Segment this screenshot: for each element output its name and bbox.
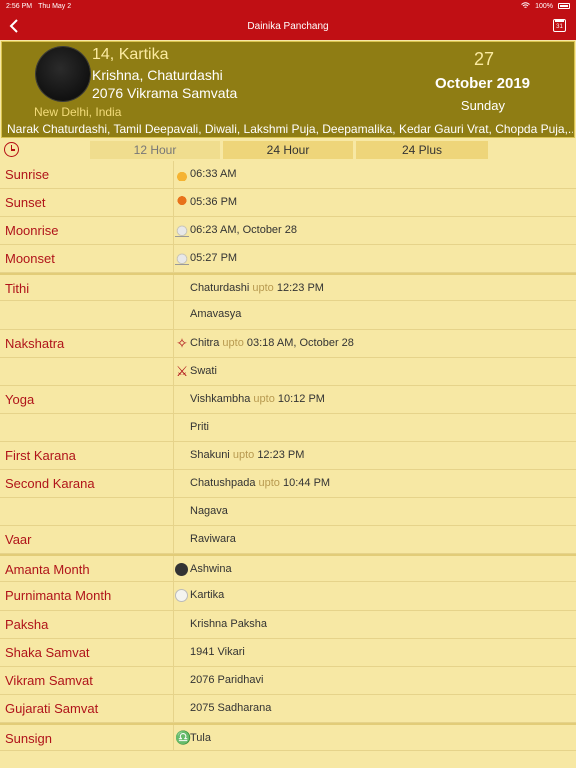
table-row-vaar: Vaar Raviwara xyxy=(0,526,576,555)
day-number: 27 xyxy=(473,49,494,69)
location[interactable]: New Delhi, India xyxy=(34,105,121,119)
table-row-yoga: Yoga Vishkambha upto 10:12 PM xyxy=(0,385,576,414)
status-time: 2:56 PM xyxy=(6,2,33,10)
paksha-tithi: Krishna, Chaturdashi xyxy=(92,67,223,83)
battery-icon xyxy=(558,3,570,9)
libra-icon: ♎ xyxy=(175,729,192,745)
row-value: Shakuni upto 12:23 PM xyxy=(190,448,305,461)
table-row-second-karana-next: Nagava xyxy=(0,498,576,527)
table-row-first-karana: First Karana Shakuni upto 12:23 PM xyxy=(0,441,576,471)
table-row-shaka-samvat: Shaka Samvat 1941 Vikari xyxy=(0,638,576,667)
row-label: First Karana xyxy=(5,447,76,463)
clock-icon[interactable] xyxy=(4,142,19,157)
full-moon-icon xyxy=(175,589,188,603)
row-label: Sunset xyxy=(5,195,46,211)
status-date: Thu May 2 xyxy=(38,2,72,10)
panchang-table: Sunrise 06:33 AM Sunset 05:36 PM Moonris… xyxy=(0,161,576,751)
table-row-sunrise: Sunrise 06:33 AM xyxy=(0,161,576,190)
row-label: Moonset xyxy=(5,251,55,267)
row-value: Tula xyxy=(190,731,211,744)
status-bar: 2:56 PM Thu May 2 100% xyxy=(0,0,576,12)
time-format-tabs: 12 Hour 24 Hour 24 Plus xyxy=(0,139,576,161)
date-header-card: 14, Kartika Krishna, Chaturdashi 2076 Vi… xyxy=(1,41,575,138)
table-row-tithi-next: Amavasya xyxy=(0,301,576,330)
table-row-paksha: Paksha Krishna Paksha xyxy=(0,610,576,639)
row-value: 2075 Sadharana xyxy=(190,701,272,714)
swati-icon: ⚔ xyxy=(175,362,189,379)
table-row-purnimanta-month: Purnimanta Month Kartika xyxy=(0,582,576,611)
row-label: Tithi xyxy=(5,281,30,297)
row-value: Swati xyxy=(190,364,217,377)
row-value: 06:23 AM, October 28 xyxy=(190,224,298,237)
moonrise-icon xyxy=(175,223,189,238)
table-row-second-karana: Second Karana Chatushpada upto 10:44 PM xyxy=(0,470,576,499)
sunset-icon xyxy=(175,195,189,210)
nakshatra-star-icon: ✧ xyxy=(176,334,188,351)
row-label: Sunrise xyxy=(5,167,50,182)
row-value: 2076 Paridhavi xyxy=(190,673,264,686)
tab-24-plus[interactable]: 24 Plus xyxy=(356,141,488,159)
row-value: 06:33 AM xyxy=(190,168,237,180)
row-value: Priti xyxy=(190,420,209,433)
calendar-icon: 31 xyxy=(556,23,563,30)
table-row-yoga-next: Priti xyxy=(0,413,576,442)
nav-bar: Dainika Panchang 31 xyxy=(0,12,576,40)
table-row-tithi: Tithi Chaturdashi upto 12:23 PM xyxy=(0,273,576,302)
row-value: Amavasya xyxy=(190,308,242,321)
table-row-moonset: Moonset 05:27 PM xyxy=(0,245,576,274)
back-button[interactable] xyxy=(6,16,22,36)
sunrise-icon xyxy=(175,167,189,181)
row-label: Sunsign xyxy=(5,730,52,746)
lunar-date: 14, Kartika xyxy=(92,46,169,63)
row-label: Yoga xyxy=(5,391,35,407)
samvata: 2076 Vikrama Samvata xyxy=(92,85,238,101)
moon-phase-image xyxy=(36,47,90,101)
row-label: Amanta Month xyxy=(5,562,90,578)
moonset-icon xyxy=(175,251,189,266)
dark-moon-icon xyxy=(175,563,188,577)
month-year: October 2019 xyxy=(434,75,530,92)
row-value: 05:36 PM xyxy=(190,196,238,209)
tab-24-hour[interactable]: 24 Hour xyxy=(223,141,353,159)
row-value: Raviwara xyxy=(190,533,236,546)
battery-percent: 100% xyxy=(535,2,553,10)
tab-12-hour[interactable]: 12 Hour xyxy=(90,141,220,159)
back-chevron-icon xyxy=(9,19,18,33)
row-value: 05:27 PM xyxy=(190,252,238,265)
row-label: Vaar xyxy=(5,532,32,548)
weekday: Sunday xyxy=(460,98,505,113)
table-row-sunsign: Sunsign ♎ Tula xyxy=(0,722,576,751)
row-label: Moonrise xyxy=(5,223,59,239)
row-value: Vishkambha upto 10:12 PM xyxy=(190,392,325,405)
table-row-moonrise: Moonrise 06:23 AM, October 28 xyxy=(0,217,576,246)
row-label: Paksha xyxy=(5,616,49,632)
row-value: Chatushpada upto 10:44 PM xyxy=(190,477,331,490)
row-value: Nagava xyxy=(190,505,228,518)
row-label: Purnimanta Month xyxy=(5,588,112,604)
row-label: Second Karana xyxy=(5,476,95,492)
wifi-icon xyxy=(521,1,530,11)
table-row-vikram-samvat: Vikram Samvat 2076 Paridhavi xyxy=(0,666,576,695)
row-value: Krishna Paksha xyxy=(190,617,268,630)
row-value: Chaturdashi upto 12:23 PM xyxy=(190,282,324,295)
calendar-button[interactable]: 31 xyxy=(553,19,566,32)
row-value: Chitra upto 03:18 AM, October 28 xyxy=(190,336,354,349)
table-row-nakshatra-next: ⚔ Swati xyxy=(0,357,576,386)
row-label: Shaka Samvat xyxy=(5,644,90,660)
table-row-nakshatra: Nakshatra ✧ Chitra upto 03:18 AM, Octobe… xyxy=(0,329,576,358)
nav-title: Dainika Panchang xyxy=(247,20,329,32)
table-row-amanta-month: Amanta Month Ashwina xyxy=(0,554,576,583)
row-value: Kartika xyxy=(190,589,225,602)
row-label: Vikram Samvat xyxy=(5,672,93,688)
row-value: 1941 Vikari xyxy=(190,645,245,658)
table-row-gujarati-samvat: Gujarati Samvat 2075 Sadharana xyxy=(0,694,576,723)
row-label: Nakshatra xyxy=(5,335,65,351)
festival-list[interactable]: Narak Chaturdashi, Tamil Deepavali, Diwa… xyxy=(7,122,573,136)
row-value: Ashwina xyxy=(190,563,232,576)
table-row-sunset: Sunset 05:36 PM xyxy=(0,189,576,218)
row-label: Gujarati Samvat xyxy=(5,700,99,716)
